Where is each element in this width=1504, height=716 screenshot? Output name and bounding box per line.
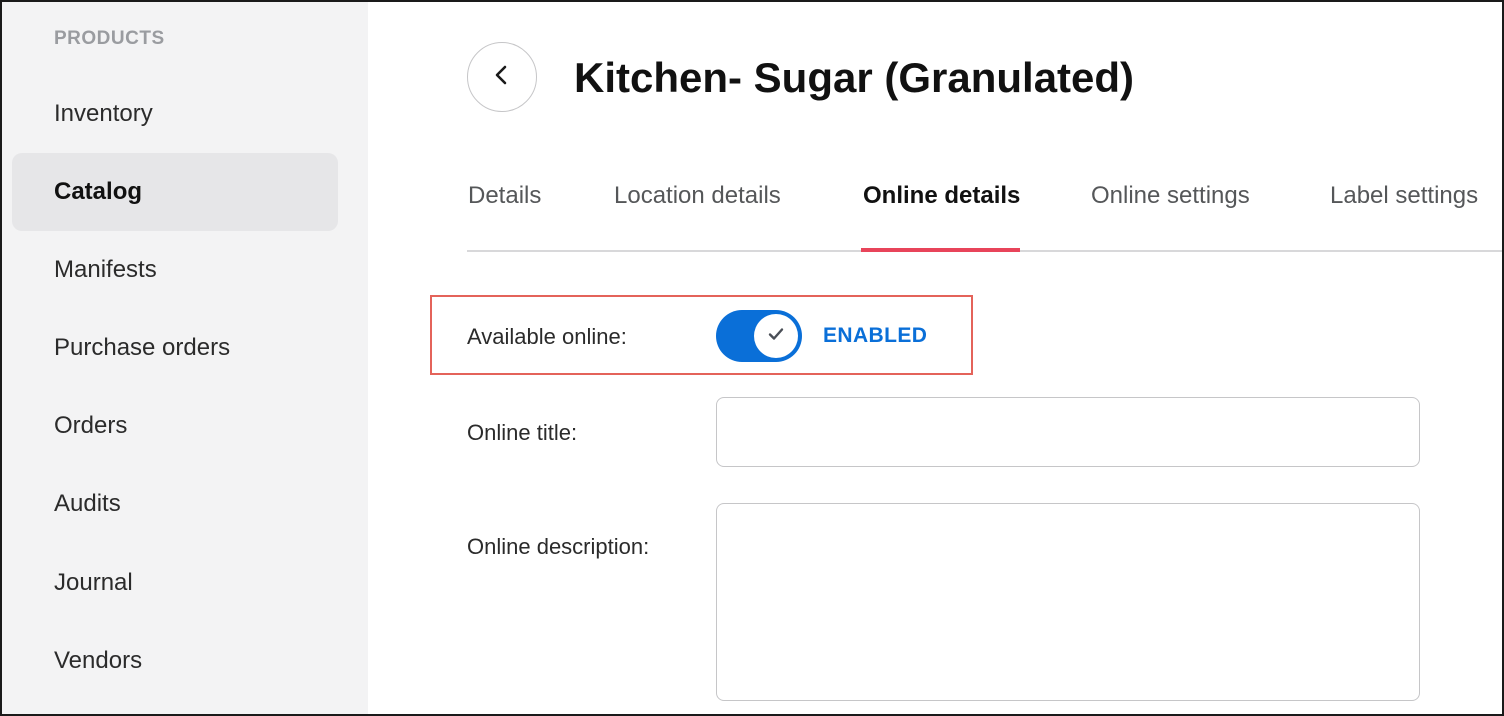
toggle-status-label: ENABLED [823,324,928,347]
sidebar-item-label: Orders [54,412,128,439]
back-button[interactable] [467,42,537,112]
tab-online-details[interactable]: Online details [863,182,1020,210]
sidebar-item-orders[interactable]: Orders [12,387,338,465]
sidebar-item-label: Purchase orders [54,334,231,361]
sidebar-item-label: Catalog [54,178,143,205]
sidebar-heading: PRODUCTS [54,28,165,49]
sidebar-item-audits[interactable]: Audits [12,465,338,543]
tab-details[interactable]: Details [468,182,541,210]
available-online-label: Available online: [467,324,627,349]
page-title: Kitchen- Sugar (Granulated) [574,54,1135,101]
app-window: PRODUCTS Inventory Catalog Manifests Pur… [0,0,1504,716]
sidebar-item-purchase-orders[interactable]: Purchase orders [12,309,338,387]
available-online-toggle[interactable] [716,310,802,362]
chevron-left-icon [491,64,513,91]
tab-location-details[interactable]: Location details [614,182,781,210]
sidebar-item-inventory[interactable]: Inventory [12,75,338,153]
online-description-textarea[interactable] [716,503,1420,701]
tab-label-settings[interactable]: Label settings [1330,182,1478,210]
online-description-label: Online description: [467,534,650,559]
active-tab-indicator [861,248,1020,252]
sidebar-item-label: Journal [54,569,133,596]
sidebar-item-label: Inventory [54,100,153,127]
sidebar-item-journal[interactable]: Journal [12,544,338,622]
toggle-knob [754,314,798,358]
tab-online-settings[interactable]: Online settings [1091,182,1250,210]
sidebar-item-catalog[interactable]: Catalog [12,153,338,231]
tab-bar: Details Location details Online details … [467,162,1502,252]
sidebar-item-vendors[interactable]: Vendors [12,622,338,700]
checkmark-icon [767,325,785,348]
online-title-input[interactable] [716,397,1420,467]
sidebar-item-label: Vendors [54,647,143,674]
sidebar: PRODUCTS Inventory Catalog Manifests Pur… [2,2,368,714]
sidebar-item-label: Audits [54,490,121,517]
sidebar-item-manifests[interactable]: Manifests [12,231,338,309]
sidebar-item-label: Manifests [54,256,157,283]
online-title-label: Online title: [467,420,578,445]
